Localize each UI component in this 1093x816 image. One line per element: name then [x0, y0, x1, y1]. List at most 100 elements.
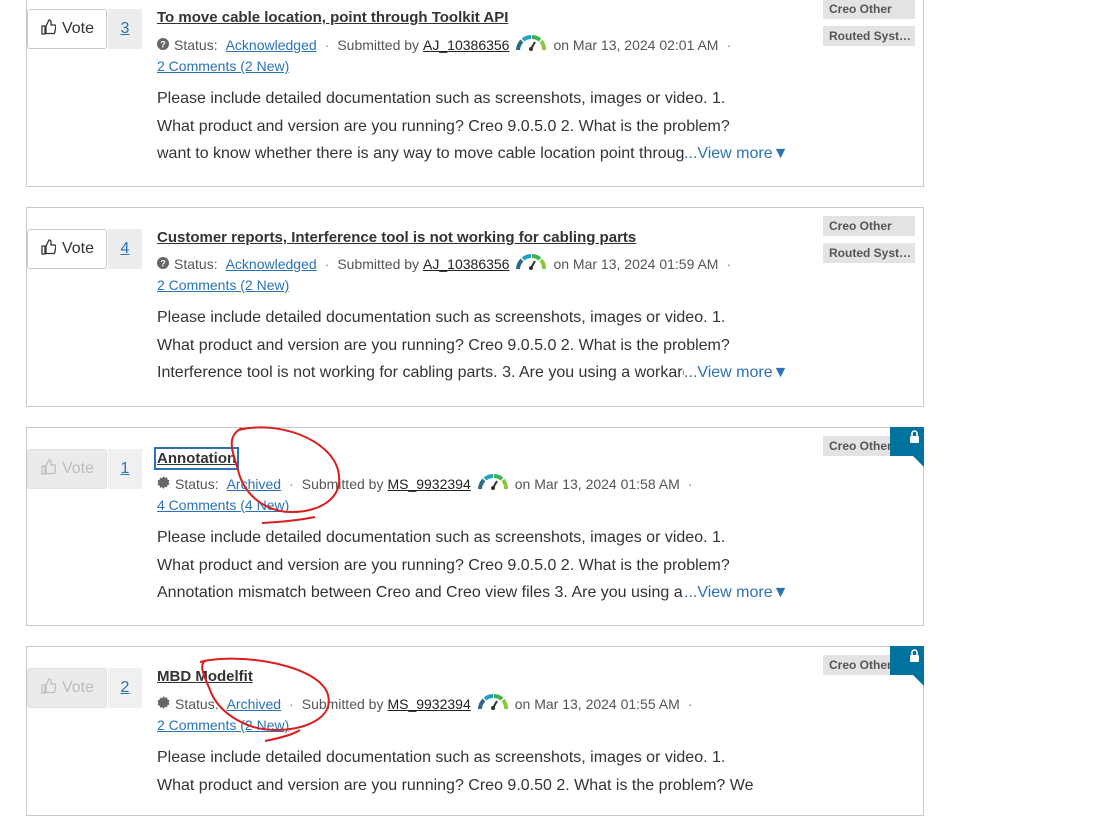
- author-link[interactable]: MS_9932394: [387, 696, 470, 712]
- vote-count[interactable]: 2: [108, 668, 142, 708]
- status-link[interactable]: Acknowledged: [226, 256, 317, 272]
- idea-card: Vote 1 Annotation Status: Archived · Sub…: [26, 427, 924, 626]
- idea-body: Please include detailed documentation su…: [157, 85, 797, 168]
- idea-body: Please include detailed documentation su…: [157, 304, 797, 387]
- body-line: What product and version are you running…: [157, 556, 730, 574]
- idea-meta: ? Status: Acknowledged · Submitted by AJ…: [157, 253, 739, 274]
- separator-dot: ·: [687, 475, 693, 492]
- rank-gauge-icon: [515, 253, 547, 274]
- submitted-by-label: Submitted by: [337, 255, 420, 272]
- separator-dot: ·: [726, 36, 732, 53]
- body-line-text: Annotation mismatch between Creo and Cre…: [157, 584, 684, 601]
- idea-body: Please include detailed documentation su…: [157, 744, 797, 799]
- idea-list: Vote 3 To move cable location, point thr…: [0, 0, 1093, 816]
- vote-label: Vote: [61, 460, 95, 477]
- vote-button[interactable]: Vote: [27, 9, 107, 49]
- rank-gauge-icon: [477, 693, 509, 714]
- question-circle-icon: ?: [157, 37, 169, 53]
- submitted-by-label: Submitted by: [337, 36, 420, 53]
- body-line: Please include detailed documentation su…: [157, 529, 726, 546]
- separator-dot: ·: [687, 695, 693, 712]
- submitted-by-label: Submitted by: [301, 475, 384, 492]
- vote-button[interactable]: Vote: [27, 668, 107, 708]
- view-more-link[interactable]: ...View more▼: [684, 579, 788, 607]
- locked-corner: [890, 427, 924, 467]
- label-tag[interactable]: Creo Other: [823, 0, 915, 19]
- view-more-link[interactable]: ...View more▼: [684, 359, 788, 387]
- vote-button[interactable]: Vote: [27, 229, 107, 269]
- idea-title[interactable]: To move cable location, point through To…: [157, 9, 508, 26]
- author-link[interactable]: AJ_10386356: [423, 256, 509, 272]
- body-line-text: Interference tool is not working for cab…: [157, 364, 684, 381]
- submission-date: on Mar 13, 2024 01:55 AM: [514, 695, 680, 712]
- lock-icon: [910, 649, 920, 662]
- vote-label: Vote: [61, 679, 95, 696]
- idea-labels: Creo Other Routed Systems Designer: [823, 0, 915, 53]
- caret-down-icon: ▼: [772, 364, 789, 381]
- status-label: Status:: [174, 255, 218, 272]
- idea-meta: Status: Archived · Submitted by MS_99323…: [157, 473, 700, 494]
- caret-down-icon: ▼: [772, 584, 789, 601]
- submission-date: on Mar 13, 2024 01:58 AM: [514, 475, 680, 492]
- vote-count[interactable]: 4: [108, 229, 142, 269]
- idea-title[interactable]: Customer reports, Interference tool is n…: [157, 229, 636, 246]
- separator-dot: ·: [726, 255, 732, 272]
- vote-count[interactable]: 3: [108, 9, 142, 49]
- vote-count[interactable]: 1: [108, 449, 142, 489]
- thumbs-up-icon: [40, 18, 57, 40]
- question-circle-icon: ?: [157, 256, 169, 272]
- thumbs-up-icon: [40, 677, 57, 699]
- status-label: Status:: [174, 36, 218, 53]
- body-line: Please include detailed documentation su…: [157, 90, 726, 107]
- idea-card: Vote 2 MBD Modelfit Status: Archived · S…: [26, 646, 924, 816]
- rank-gauge-icon: [477, 473, 509, 494]
- caret-down-icon: ▼: [772, 145, 789, 162]
- body-line: Annotation mismatch between Creo and Cre…: [157, 579, 797, 607]
- body-line: Interference tool is not working for cab…: [157, 359, 797, 387]
- body-line: What product and version are you running…: [157, 336, 730, 354]
- svg-text:?: ?: [160, 258, 166, 268]
- idea-card: Vote 3 To move cable location, point thr…: [26, 0, 924, 187]
- rank-gauge-icon: [515, 34, 547, 55]
- author-link[interactable]: AJ_10386356: [423, 37, 509, 53]
- status-link[interactable]: Acknowledged: [226, 37, 317, 53]
- idea-title[interactable]: MBD Modelfit: [157, 668, 253, 685]
- status-label: Status:: [175, 695, 219, 712]
- author-link[interactable]: MS_9932394: [387, 476, 470, 492]
- label-tag[interactable]: Routed Systems Designer: [823, 26, 915, 46]
- body-line: What product and version are you running…: [157, 117, 730, 135]
- lock-icon: [910, 430, 920, 443]
- vote-button[interactable]: Vote: [27, 449, 107, 489]
- idea-meta: ? Status: Acknowledged · Submitted by AJ…: [157, 34, 739, 55]
- comments-link[interactable]: 2 Comments (2 New): [157, 717, 289, 733]
- body-line: want to know whether there is any way to…: [157, 140, 797, 168]
- label-tag[interactable]: Creo Other: [823, 216, 915, 236]
- status-link[interactable]: Archived: [227, 696, 281, 712]
- idea-title[interactable]: Annotation: [153, 447, 240, 470]
- svg-text:?: ?: [160, 39, 166, 49]
- thumbs-up-icon: [40, 458, 57, 480]
- comments-link[interactable]: 4 Comments (4 New): [157, 497, 289, 513]
- status-link[interactable]: Archived: [227, 476, 281, 492]
- separator-dot: ·: [324, 255, 330, 272]
- body-line: Please include detailed documentation su…: [157, 309, 726, 326]
- comments-link[interactable]: 2 Comments (2 New): [157, 58, 289, 74]
- vote-label: Vote: [61, 20, 95, 37]
- separator-dot: ·: [289, 475, 294, 492]
- locked-corner: [890, 646, 924, 686]
- separator-dot: ·: [324, 36, 330, 53]
- vote-label: Vote: [61, 240, 95, 257]
- submitted-by-label: Submitted by: [301, 695, 384, 712]
- idea-meta: Status: Archived · Submitted by MS_99323…: [157, 693, 700, 714]
- submission-date: on Mar 13, 2024 01:59 AM: [553, 255, 719, 272]
- submission-date: on Mar 13, 2024 02:01 AM: [553, 36, 719, 53]
- label-tag[interactable]: Routed Systems Designer: [823, 243, 915, 263]
- idea-body: Please include detailed documentation su…: [157, 524, 797, 607]
- idea-card: Vote 4 Customer reports, Interference to…: [26, 207, 924, 407]
- body-line: Please include detailed documentation su…: [157, 749, 726, 766]
- separator-dot: ·: [289, 695, 294, 712]
- thumbs-up-icon: [40, 238, 57, 260]
- idea-labels: Creo Other Routed Systems Designer: [823, 216, 915, 270]
- comments-link[interactable]: 2 Comments (2 New): [157, 277, 289, 293]
- view-more-link[interactable]: ...View more▼: [684, 140, 788, 168]
